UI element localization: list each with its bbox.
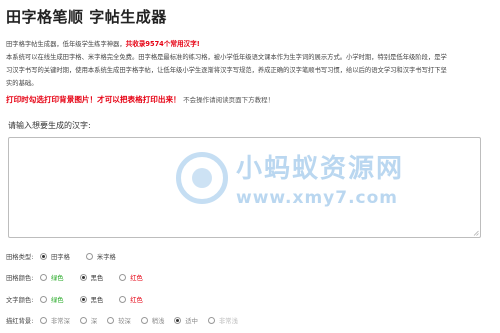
grid-color-label: 田格颜色: bbox=[6, 275, 34, 282]
chinese-text-input[interactable] bbox=[8, 137, 481, 238]
grid-color-option-black[interactable]: 黑色 bbox=[79, 273, 103, 282]
text-color-option-green[interactable]: 绿色 bbox=[40, 295, 64, 304]
print-note: 打印时勾选打印背景图片！才可以把表格打印出来！ 不会操作请阅读页面下方教程！ bbox=[6, 93, 274, 107]
radio-icon[interactable] bbox=[207, 317, 215, 324]
grid-type-row: 田格类型: 田字格 米字格 bbox=[6, 252, 132, 261]
text-color-row: 文字颜色: 绿色 黑色 红色 bbox=[6, 295, 159, 304]
input-prompt: 请输入想要生成的汉字: bbox=[8, 121, 91, 130]
intro-line-1-text: 田字格字帖生成器，低年级学生练字神器， bbox=[6, 41, 126, 48]
trace-bg-label: 描红背景: bbox=[6, 318, 34, 325]
radio-icon[interactable] bbox=[40, 274, 47, 281]
text-color-label: 文字颜色: bbox=[6, 297, 34, 304]
radio-icon[interactable] bbox=[79, 317, 87, 324]
radio-icon[interactable] bbox=[107, 317, 115, 324]
intro-highlight: 共收录9574个常用汉字! bbox=[125, 40, 200, 48]
grid-type-option-mi[interactable]: 米字格 bbox=[85, 252, 116, 261]
grid-color-row: 田格颜色: 绿色 黑色 红色 bbox=[6, 273, 159, 282]
trace-bg-option-very-light[interactable]: 非常浅 bbox=[207, 316, 238, 325]
radio-icon[interactable] bbox=[119, 296, 127, 303]
grid-color-option-red[interactable]: 红色 bbox=[119, 273, 143, 282]
radio-checked-icon[interactable] bbox=[174, 317, 182, 324]
trace-bg-option-medium[interactable]: 适中 bbox=[174, 316, 198, 325]
intro-line-2: 本系统可以在线生成田字格、米字格完全免费。田字格是最标准的练习格，被小学低年级语… bbox=[6, 54, 447, 61]
radio-icon[interactable] bbox=[40, 317, 47, 324]
intro-line-3: 习汉字书写的关键时期，使用本系统生成田字格字帖，让低年级小学生逐渐将汉字写规范，… bbox=[6, 67, 447, 74]
text-color-option-black[interactable]: 黑色 bbox=[79, 295, 103, 304]
intro-line-1: 田字格字帖生成器，低年级学生练字神器，共收录9574个常用汉字! bbox=[6, 38, 496, 51]
trace-bg-option-darker[interactable]: 较深 bbox=[107, 316, 131, 325]
trace-bg-option-very-dark[interactable]: 非常深 bbox=[40, 316, 70, 325]
resize-grip-icon[interactable] bbox=[473, 230, 479, 236]
radio-checked-icon[interactable] bbox=[79, 296, 87, 303]
grid-type-label: 田格类型: bbox=[6, 254, 34, 261]
grid-type-option-tian[interactable]: 田字格 bbox=[40, 252, 70, 261]
radio-icon[interactable] bbox=[140, 317, 148, 324]
print-note-highlight: 打印时勾选打印背景图片！才可以把表格打印出来！ bbox=[6, 95, 181, 104]
intro-text: 田字格字帖生成器，低年级学生练字神器，共收录9574个常用汉字! 本系统可以在线… bbox=[6, 38, 496, 90]
radio-icon[interactable] bbox=[119, 274, 127, 281]
print-note-tail: 不会操作请阅读页面下方教程！ bbox=[183, 96, 275, 104]
page-title: 田字格笔顺 字帖生成器 bbox=[6, 8, 167, 26]
radio-icon[interactable] bbox=[40, 296, 47, 303]
grid-color-option-green[interactable]: 绿色 bbox=[40, 273, 64, 282]
text-color-option-red[interactable]: 红色 bbox=[119, 295, 143, 304]
radio-checked-icon[interactable] bbox=[79, 274, 87, 281]
trace-bg-option-dark[interactable]: 深 bbox=[79, 316, 97, 325]
trace-bg-row: 描红背景: 非常深 深 较深 稍浅 适中 非常浅 bbox=[6, 316, 238, 325]
intro-line-4: 实的基础。 bbox=[6, 80, 38, 87]
radio-checked-icon[interactable] bbox=[40, 253, 47, 260]
radio-icon[interactable] bbox=[85, 253, 93, 260]
trace-bg-option-lighter[interactable]: 稍浅 bbox=[140, 316, 164, 325]
